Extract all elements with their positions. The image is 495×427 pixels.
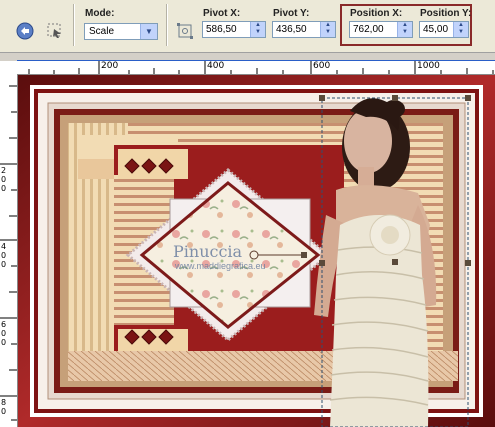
tool-options-bar: Mode: Scale ▼ Pivot X: 586,50 ▲ ▼ Pivot Y… [0,0,495,53]
position-x-label: Position X: [350,8,403,19]
vruler-label: 200 [1,166,7,193]
position-x-spinner[interactable]: ▲ ▼ [397,22,412,37]
pivot-y-field[interactable]: 436,50 ▲ ▼ [272,21,336,38]
mode-value: Scale [89,26,115,37]
mode-select[interactable]: Scale ▼ [84,23,158,40]
mode-label: Mode: [85,8,115,19]
toolbar-separator [166,4,168,46]
vruler-label: 80 [1,398,7,416]
reset-icon[interactable] [14,20,36,42]
pivot-x-field[interactable]: 586,50 ▲ ▼ [202,21,266,38]
position-y-spinner[interactable]: ▲ ▼ [453,22,468,37]
position-y-label: Position Y: [420,8,472,19]
hruler-label: 600 [313,61,331,71]
position-y-value: 45,00 [423,24,449,35]
pivot-x-label: Pivot X: [203,8,241,19]
pivot-y-label: Pivot Y: [273,8,310,19]
pivot-point-icon[interactable] [174,20,196,42]
hruler-label: 400 [207,61,225,71]
pivot-x-value: 586,50 [206,24,237,35]
pivot-y-spinner[interactable]: ▲ ▼ [320,22,335,37]
chevron-down-icon[interactable]: ▼ [140,24,157,39]
position-x-field[interactable]: 762,00 ▲ ▼ [349,21,413,38]
image-canvas[interactable]: Pinuccia www.maddiegrafica.eu [18,75,495,427]
position-y-field[interactable]: 45,00 ▲ ▼ [419,21,469,38]
vertical-ruler: 200 400 600 80 [0,74,18,427]
position-x-value: 762,00 [353,24,384,35]
vruler-label: 400 [1,242,7,269]
toolbar-separator [73,4,75,46]
hruler-label: 200 [101,61,119,71]
ruler-corner [0,61,18,75]
watermark-name: Pinuccia [173,242,243,261]
horizontal-ruler: 200 400 600 800 1000 [17,61,495,75]
pivot-y-value: 436,50 [276,24,307,35]
vruler-label: 600 [1,320,7,347]
pivot-x-spinner[interactable]: ▲ ▼ [250,22,265,37]
select-tool-icon[interactable] [44,20,66,42]
artwork [18,75,495,427]
hruler-label: 1000 [417,61,440,71]
watermark-url: www.maddiegrafica.eu [175,261,266,271]
